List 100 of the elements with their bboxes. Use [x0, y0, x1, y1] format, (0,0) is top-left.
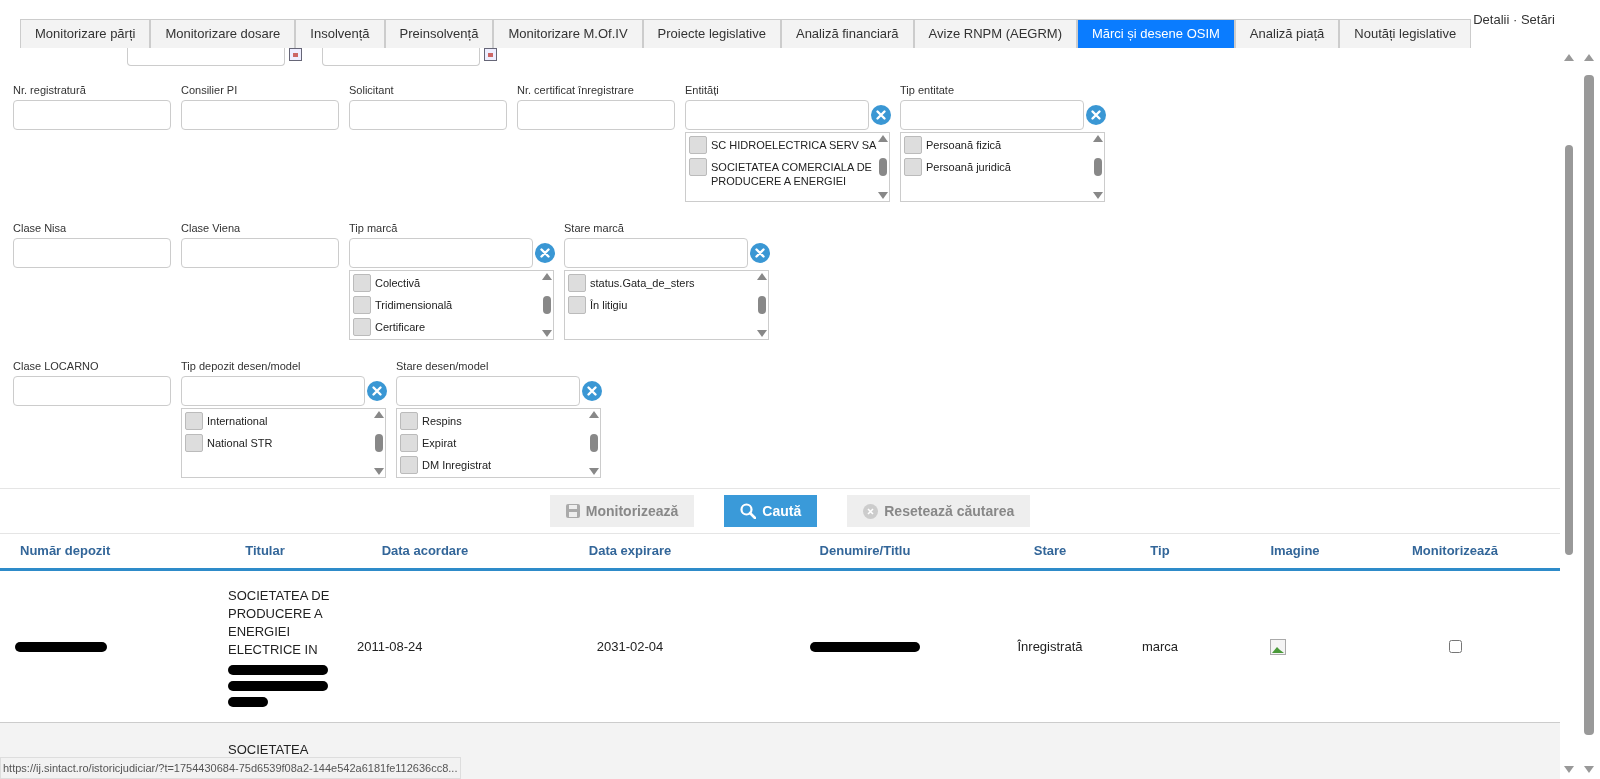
option-checkbox[interactable] — [185, 434, 203, 452]
clear-icon[interactable] — [535, 243, 555, 263]
tab[interactable]: Noutăți legislative — [1339, 19, 1472, 48]
header-links[interactable]: Detalii · Setări — [1473, 10, 1555, 30]
option-checkbox[interactable] — [185, 412, 203, 430]
scrollbar-thumb[interactable] — [543, 296, 551, 314]
scroll-up-icon[interactable] — [878, 135, 888, 142]
scroll-up-icon[interactable] — [1093, 135, 1103, 142]
tab[interactable]: Mărci și desene OSIM — [1077, 19, 1235, 48]
scroll-down-icon[interactable] — [1093, 192, 1103, 199]
filter-input-field[interactable] — [181, 376, 365, 406]
scrollbar-thumb[interactable] — [879, 158, 887, 176]
option-label[interactable]: Colectivă — [375, 274, 421, 290]
tab[interactable]: Preinsolvență — [384, 19, 494, 48]
scroll-down-icon[interactable] — [374, 468, 384, 475]
column-header[interactable]: Tip — [1110, 541, 1210, 561]
tab[interactable]: Insolvență — [295, 19, 385, 48]
option-checkbox[interactable] — [689, 158, 707, 176]
option-label[interactable]: În litigiu — [590, 296, 628, 312]
tab[interactable]: Analiză piață — [1234, 19, 1340, 48]
scroll-down-icon[interactable] — [757, 330, 767, 337]
tab[interactable]: Proiecte legislative — [642, 19, 781, 48]
column-header[interactable]: Imagine — [1210, 541, 1380, 561]
option-label[interactable]: status.Gata_de_sters — [590, 274, 695, 290]
option-checkbox[interactable] — [904, 158, 922, 176]
column-header[interactable]: Stare — [990, 541, 1110, 561]
option-checkbox[interactable] — [689, 136, 707, 154]
scrollbar-thumb[interactable] — [1565, 145, 1573, 555]
scrollbar-thumb[interactable] — [590, 434, 598, 452]
scroll-up-icon[interactable] — [542, 273, 552, 280]
column-header[interactable]: Data acordare — [330, 541, 520, 561]
scrollbar-thumb[interactable] — [1584, 75, 1594, 735]
text-input-field[interactable] — [13, 238, 171, 268]
tab[interactable]: Monitorizare părți — [20, 19, 151, 48]
option-checkbox[interactable] — [400, 412, 418, 430]
field-label: Stare desen/model — [396, 359, 490, 374]
scroll-up-icon[interactable] — [757, 273, 767, 280]
option-label[interactable]: Certificare — [375, 318, 426, 334]
field-label: Tip entitate — [900, 83, 955, 98]
option-label[interactable]: DM Inregistrat — [422, 456, 492, 472]
option-checkbox[interactable] — [400, 456, 418, 474]
clear-icon[interactable] — [367, 381, 387, 401]
close-icon — [863, 503, 879, 519]
scroll-down-icon[interactable] — [878, 192, 888, 199]
tab[interactable]: Analiză financiară — [780, 19, 914, 48]
filter-input-field[interactable] — [349, 238, 533, 268]
tab[interactable]: Avize RNPM (AEGRM) — [913, 19, 1077, 48]
column-header[interactable]: Data expirare — [520, 541, 740, 561]
clear-icon[interactable] — [1086, 105, 1106, 125]
column-header[interactable]: Denumire/Titlu — [740, 541, 990, 561]
option-label[interactable]: SOCIETATEA COMERCIALA DE PRODUCERE A ENERGIEI — [711, 158, 877, 188]
option-label[interactable]: National STR — [207, 434, 273, 450]
text-input-field[interactable] — [13, 100, 171, 130]
tab[interactable]: Monitorizare M.Of.IV — [493, 19, 643, 48]
clear-icon[interactable] — [750, 243, 770, 263]
column-header[interactable]: Titular — [200, 541, 330, 561]
calendar-icon[interactable] — [289, 48, 302, 61]
date-input-field[interactable] — [127, 48, 285, 66]
filter-input-field[interactable] — [900, 100, 1084, 130]
filter-input-field[interactable] — [396, 376, 580, 406]
scroll-down-icon[interactable] — [589, 468, 599, 475]
option-checkbox[interactable] — [568, 274, 586, 292]
field-label: Tip depozit desen/model — [181, 359, 302, 374]
option-label[interactable]: Persoană fizică — [926, 136, 1002, 152]
table-cell-text: SOCIETATEA DE PRODUCERE A ENERGIEI ELECTRICE IN — [228, 586, 331, 659]
scrollbar-thumb[interactable] — [375, 434, 383, 452]
monitor-checkbox[interactable] — [1448, 640, 1462, 653]
column-header[interactable]: Număr depozit — [0, 541, 200, 561]
option-label[interactable]: Respins — [422, 412, 462, 428]
option-checkbox[interactable] — [400, 434, 418, 452]
filter-input-field[interactable] — [564, 238, 748, 268]
option-checkbox[interactable] — [353, 318, 371, 336]
scroll-down-icon[interactable] — [542, 330, 552, 337]
scrollbar-thumb[interactable] — [758, 296, 766, 314]
option-checkbox[interactable] — [353, 274, 371, 292]
option-label[interactable]: Tridimensională — [375, 296, 453, 312]
option-checkbox[interactable] — [353, 296, 371, 314]
date-input-field[interactable] — [322, 48, 480, 66]
option-checkbox[interactable] — [904, 136, 922, 154]
option-label[interactable]: International — [207, 412, 268, 428]
filter-input-field[interactable] — [685, 100, 869, 130]
column-header[interactable]: Monitorizează — [1380, 541, 1530, 561]
option-checkbox[interactable] — [568, 296, 586, 314]
text-input-field[interactable] — [349, 100, 507, 130]
clear-icon[interactable] — [871, 105, 891, 125]
text-input-field[interactable] — [517, 100, 675, 130]
text-input-field[interactable] — [181, 100, 339, 130]
tab[interactable]: Monitorizare dosare — [150, 19, 296, 48]
scroll-up-icon[interactable] — [374, 411, 384, 418]
option-label[interactable]: SC HIDROELECTRICA SERV SA — [711, 136, 877, 152]
scrollbar-thumb[interactable] — [1094, 158, 1102, 176]
option-label[interactable]: Persoană juridică — [926, 158, 1011, 174]
field-label: Tip marcă — [349, 221, 399, 236]
option-label[interactable]: Expirat — [422, 434, 457, 450]
text-input-field[interactable] — [13, 376, 171, 406]
calendar-icon[interactable] — [484, 48, 497, 61]
text-input-field[interactable] — [181, 238, 339, 268]
field-label: Clase LOCARNO — [13, 359, 100, 374]
scroll-up-icon[interactable] — [589, 411, 599, 418]
clear-icon[interactable] — [582, 381, 602, 401]
